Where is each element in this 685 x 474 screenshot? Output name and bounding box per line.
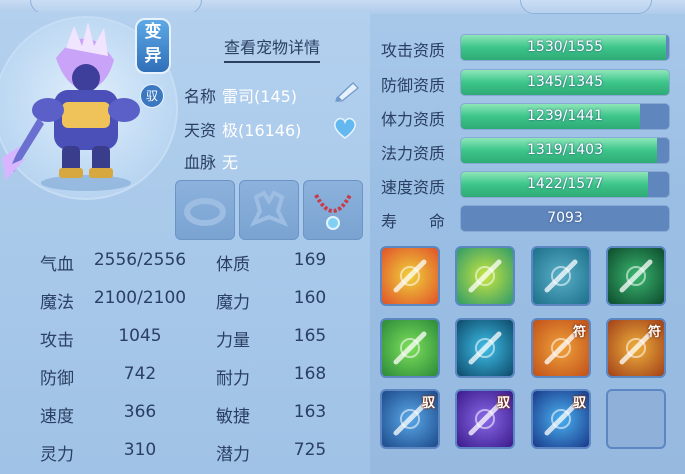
blue-dash-skill-icon[interactable]: 驭	[531, 389, 591, 449]
shadow-figure-skill-icon[interactable]	[531, 246, 591, 306]
variant-badge: 变异	[135, 18, 171, 74]
aptitude-label: 体力资质	[381, 110, 446, 129]
skill-glyph	[468, 259, 502, 293]
stat-value: 366	[123, 402, 157, 422]
blood-value: 无	[222, 153, 239, 172]
aptitude-label: 速度资质	[381, 178, 446, 197]
aptitude-value: 7093	[547, 210, 583, 226]
stat-label: 防御	[40, 369, 74, 389]
tamed-badge: 驭	[140, 84, 164, 108]
skill-glyph	[619, 259, 653, 293]
attribute-label: 力量	[216, 331, 250, 351]
attribute-label: 敏捷	[216, 407, 250, 427]
talent-label: 天资	[184, 121, 217, 140]
boot-talisman-skill-icon[interactable]: 符	[606, 318, 666, 378]
attribute-value: 165	[293, 326, 327, 346]
attribute-value: 163	[293, 402, 327, 422]
stat-label: 灵力	[40, 445, 74, 465]
aptitude-label: 寿 命	[381, 212, 446, 231]
aptitude-bar: 1345/1345	[460, 69, 670, 96]
blue-flame-skill-icon[interactable]	[455, 318, 515, 378]
skill-tag: 驭	[421, 396, 435, 411]
skill-tag: 驭	[496, 396, 510, 411]
aptitude-bar: 1319/1403	[460, 137, 670, 164]
poison-whirl-skill-icon[interactable]	[455, 246, 515, 306]
stat-value: 310	[123, 440, 157, 460]
beast-orb-skill-icon[interactable]: 驭	[380, 389, 440, 449]
equip-slot-armor[interactable]	[239, 180, 299, 240]
aptitude-bar: 1239/1441	[460, 103, 670, 130]
purple-fist-skill-icon[interactable]: 驭	[455, 389, 515, 449]
stat-value: 2100/2100	[93, 288, 187, 308]
aptitude-bar: 1422/1577	[460, 171, 670, 198]
necklace-icon	[314, 194, 352, 230]
stat-value: 1045	[118, 326, 162, 346]
sword-slash-skill-icon[interactable]	[380, 246, 440, 306]
aptitude-label: 法力资质	[381, 144, 446, 163]
stat-label: 魔法	[40, 293, 74, 313]
rename-pen-icon[interactable]	[333, 80, 361, 102]
empty-skill-slot[interactable]	[606, 389, 666, 449]
attribute-value: 168	[293, 364, 327, 384]
attribute-value: 725	[293, 440, 327, 460]
collar-icon	[184, 198, 226, 226]
attribute-label: 耐力	[216, 369, 250, 389]
attribute-value: 160	[293, 288, 327, 308]
name-label: 名称	[184, 87, 217, 106]
top-tab-right[interactable]	[520, 0, 652, 14]
stat-value: 2556/2556	[93, 250, 187, 270]
skill-tag: 驭	[572, 396, 586, 411]
pet-blood-row: 血脉无	[184, 149, 238, 173]
talent-value: 极(16146)	[222, 121, 302, 140]
equip-slot-necklace[interactable]	[303, 180, 363, 240]
attribute-label: 体质	[216, 255, 250, 275]
skill-tag: 符	[647, 325, 661, 340]
skill-glyph	[393, 331, 427, 365]
aptitude-value: 1319/1403	[527, 142, 603, 158]
blood-label: 血脉	[184, 153, 217, 172]
attribute-value: 169	[293, 250, 327, 270]
stat-label: 气血	[40, 255, 74, 275]
favorite-heart-icon[interactable]	[332, 116, 358, 140]
aptitude-bar: 1530/1555	[460, 34, 670, 61]
attribute-label: 魔力	[216, 293, 250, 313]
view-pet-details-link[interactable]: 查看宠物详情	[224, 34, 321, 63]
wing-talisman-skill-icon[interactable]: 符	[531, 318, 591, 378]
pet-name-row: 名称 雷司(145)	[184, 83, 297, 107]
attribute-label: 潜力	[216, 445, 250, 465]
aptitude-label: 攻击资质	[381, 41, 446, 60]
stat-label: 速度	[40, 407, 74, 427]
stat-label: 攻击	[40, 331, 74, 351]
aptitude-value: 1422/1577	[527, 176, 603, 192]
aptitude-value: 1239/1441	[527, 108, 603, 124]
stat-value: 742	[123, 364, 157, 384]
dark-claw-skill-icon[interactable]	[606, 246, 666, 306]
aptitude-label: 防御资质	[381, 76, 446, 95]
pet-talent-row: 天资 极(16146)	[184, 117, 301, 141]
heart-shield-skill-icon[interactable]	[380, 318, 440, 378]
aptitude-value: 1530/1555	[527, 39, 603, 55]
skill-glyph	[468, 331, 502, 365]
aptitude-bar: 7093	[460, 205, 670, 232]
equip-slot-collar[interactable]	[175, 180, 235, 240]
skill-tag: 符	[572, 325, 586, 340]
skill-glyph	[393, 259, 427, 293]
armor-icon	[249, 190, 289, 227]
name-value: 雷司(145)	[222, 87, 298, 106]
aptitude-value: 1345/1345	[527, 74, 603, 90]
skill-glyph	[544, 259, 578, 293]
